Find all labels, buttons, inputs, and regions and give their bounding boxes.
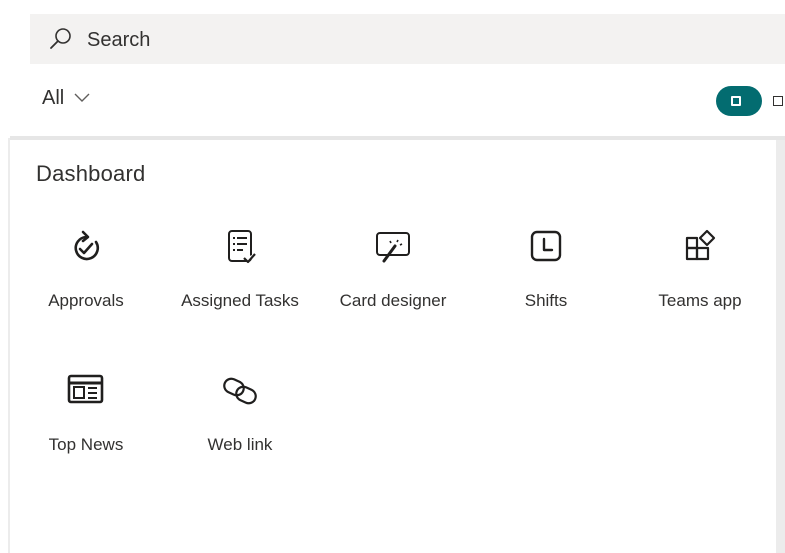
toggle-square-icon [731, 96, 741, 106]
approvals-icon [74, 230, 100, 261]
tile-label: Top News [48, 435, 124, 454]
tile-label: Shifts [524, 291, 568, 310]
page: Search All Dashboard Approvals Assigned … [0, 0, 785, 553]
tile-web-link[interactable]: Web link [170, 372, 310, 482]
search-placeholder: Search [87, 29, 151, 51]
shifts-icon [530, 230, 562, 262]
filter-label: All [42, 87, 65, 109]
filter-dropdown[interactable]: All [42, 86, 90, 110]
tile-teams-app[interactable]: Teams app [630, 228, 770, 338]
tile-label: Assigned Tasks [181, 291, 299, 310]
card-designer-icon [376, 232, 410, 263]
tile-assigned-tasks[interactable]: Assigned Tasks [170, 228, 310, 338]
web-link-icon [223, 377, 257, 405]
assigned-tasks-icon [228, 230, 256, 264]
square-icon[interactable] [773, 96, 783, 106]
panel-title: Dashboard [36, 161, 146, 186]
view-toggle[interactable] [716, 86, 762, 116]
tile-top-news[interactable]: Top News [16, 372, 156, 482]
tile-label: Web link [207, 435, 273, 454]
panel-border-left [8, 138, 10, 553]
chevron-down-icon [74, 93, 90, 102]
tile-label: Card designer [339, 291, 447, 310]
tile-label: Teams app [658, 291, 742, 310]
search-icon [50, 28, 71, 49]
tile-approvals[interactable]: Approvals [16, 228, 156, 338]
teams-app-icon [685, 229, 716, 261]
tile-label: Approvals [48, 291, 124, 310]
tile-shifts[interactable]: Shifts [476, 228, 616, 338]
tile-card-designer[interactable]: Card designer [323, 228, 463, 338]
panel-scrollbar[interactable] [776, 140, 785, 553]
search-box[interactable]: Search [30, 14, 785, 64]
top-news-icon [67, 374, 104, 404]
panel-divider [10, 136, 785, 140]
